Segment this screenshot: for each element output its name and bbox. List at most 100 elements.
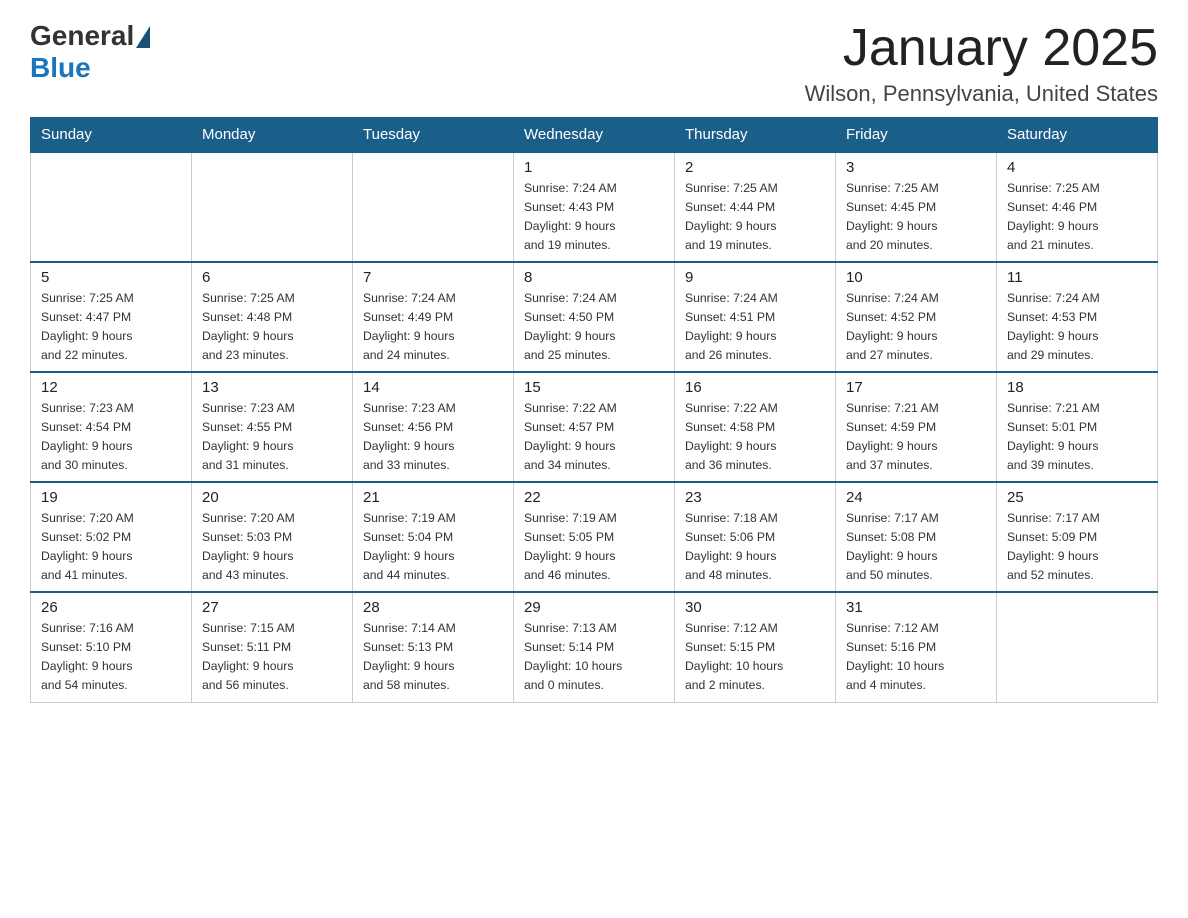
calendar-cell (192, 152, 353, 262)
day-info: Sunrise: 7:20 AMSunset: 5:03 PMDaylight:… (202, 509, 342, 585)
day-number: 21 (363, 489, 503, 506)
day-info: Sunrise: 7:25 AMSunset: 4:45 PMDaylight:… (846, 179, 986, 255)
week-row-5: 26Sunrise: 7:16 AMSunset: 5:10 PMDayligh… (31, 592, 1158, 702)
logo-general-text: General (30, 20, 134, 52)
day-number: 8 (524, 269, 664, 286)
calendar-cell: 20Sunrise: 7:20 AMSunset: 5:03 PMDayligh… (192, 482, 353, 592)
day-info: Sunrise: 7:22 AMSunset: 4:57 PMDaylight:… (524, 399, 664, 475)
logo-triangle-icon (136, 26, 150, 48)
day-number: 26 (41, 599, 181, 616)
calendar-cell: 5Sunrise: 7:25 AMSunset: 4:47 PMDaylight… (31, 262, 192, 372)
day-number: 16 (685, 379, 825, 396)
title-section: January 2025 Wilson, Pennsylvania, Unite… (805, 20, 1158, 107)
day-info: Sunrise: 7:17 AMSunset: 5:08 PMDaylight:… (846, 509, 986, 585)
week-row-3: 12 Sunrise: 7:23 AMSunset: 4:54 PMDayligh… (31, 372, 1158, 482)
day-info: Sunrise: 7:19 AMSunset: 5:04 PMDaylight:… (363, 509, 503, 585)
day-info: Sunrise: 7:24 AMSunset: 4:49 PMDaylight:… (363, 289, 503, 365)
calendar-cell: 16 Sunrise: 7:22 AMSunset: 4:58 PMDayligh… (675, 372, 836, 482)
day-info: Sunrise: 7:22 AMSunset: 4:58 PMDaylight:… (685, 399, 825, 475)
day-info: Sunrise: 7:14 AMSunset: 5:13 PMDaylight:… (363, 619, 503, 695)
day-info: Sunrise: 7:21 AMSunset: 5:01 PMDaylight:… (1007, 399, 1147, 475)
calendar-cell: 17Sunrise: 7:21 AMSunset: 4:59 PMDayligh… (836, 372, 997, 482)
day-number: 22 (524, 489, 664, 506)
month-title: January 2025 (805, 20, 1158, 77)
day-info: Sunrise: 7:25 AMSunset: 4:46 PMDaylight:… (1007, 179, 1147, 255)
day-number: 31 (846, 599, 986, 616)
calendar-cell: 4 Sunrise: 7:25 AMSunset: 4:46 PMDaylight… (997, 152, 1158, 262)
calendar-header-monday: Monday (192, 118, 353, 153)
day-info: Sunrise: 7:17 AMSunset: 5:09 PMDaylight:… (1007, 509, 1147, 585)
calendar-cell (997, 592, 1158, 702)
day-number: 12 (41, 379, 181, 396)
calendar-header-friday: Friday (836, 118, 997, 153)
calendar-cell: 23 Sunrise: 7:18 AMSunset: 5:06 PMDayligh… (675, 482, 836, 592)
week-row-4: 19Sunrise: 7:20 AMSunset: 5:02 PMDayligh… (31, 482, 1158, 592)
day-number: 10 (846, 269, 986, 286)
calendar-cell: 24Sunrise: 7:17 AMSunset: 5:08 PMDayligh… (836, 482, 997, 592)
day-number: 25 (1007, 489, 1147, 506)
calendar-cell: 21 Sunrise: 7:19 AMSunset: 5:04 PMDayligh… (353, 482, 514, 592)
day-info: Sunrise: 7:18 AMSunset: 5:06 PMDaylight:… (685, 509, 825, 585)
calendar-cell: 6Sunrise: 7:25 AMSunset: 4:48 PMDaylight… (192, 262, 353, 372)
calendar-header-saturday: Saturday (997, 118, 1158, 153)
day-info: Sunrise: 7:20 AMSunset: 5:02 PMDaylight:… (41, 509, 181, 585)
day-info: Sunrise: 7:23 AMSunset: 4:54 PMDaylight:… (41, 399, 181, 475)
day-info: Sunrise: 7:23 AMSunset: 4:56 PMDaylight:… (363, 399, 503, 475)
day-info: Sunrise: 7:25 AMSunset: 4:44 PMDaylight:… (685, 179, 825, 255)
calendar-cell: 7Sunrise: 7:24 AMSunset: 4:49 PMDaylight… (353, 262, 514, 372)
logo: General Blue (30, 20, 150, 84)
calendar-header-row: SundayMondayTuesdayWednesdayThursdayFrid… (31, 118, 1158, 153)
week-row-2: 5Sunrise: 7:25 AMSunset: 4:47 PMDaylight… (31, 262, 1158, 372)
day-info: Sunrise: 7:23 AMSunset: 4:55 PMDaylight:… (202, 399, 342, 475)
day-number: 13 (202, 379, 342, 396)
day-info: Sunrise: 7:25 AMSunset: 4:48 PMDaylight:… (202, 289, 342, 365)
calendar-cell: 19Sunrise: 7:20 AMSunset: 5:02 PMDayligh… (31, 482, 192, 592)
calendar-cell: 28 Sunrise: 7:14 AMSunset: 5:13 PMDayligh… (353, 592, 514, 702)
day-info: Sunrise: 7:13 AMSunset: 5:14 PMDaylight:… (524, 619, 664, 695)
calendar-cell: 10 Sunrise: 7:24 AMSunset: 4:52 PMDayligh… (836, 262, 997, 372)
day-number: 28 (363, 599, 503, 616)
day-number: 11 (1007, 269, 1147, 286)
day-number: 18 (1007, 379, 1147, 396)
calendar-cell: 30Sunrise: 7:12 AMSunset: 5:15 PMDayligh… (675, 592, 836, 702)
day-number: 29 (524, 599, 664, 616)
day-number: 3 (846, 159, 986, 176)
calendar-cell: 15 Sunrise: 7:22 AMSunset: 4:57 PMDayligh… (514, 372, 675, 482)
week-row-1: 1 Sunrise: 7:24 AMSunset: 4:43 PMDaylight… (31, 152, 1158, 262)
calendar-header-wednesday: Wednesday (514, 118, 675, 153)
day-info: Sunrise: 7:12 AMSunset: 5:15 PMDaylight:… (685, 619, 825, 695)
day-number: 17 (846, 379, 986, 396)
day-number: 4 (1007, 159, 1147, 176)
day-number: 1 (524, 159, 664, 176)
calendar-cell: 1 Sunrise: 7:24 AMSunset: 4:43 PMDaylight… (514, 152, 675, 262)
calendar-cell: 9 Sunrise: 7:24 AMSunset: 4:51 PMDaylight… (675, 262, 836, 372)
day-info: Sunrise: 7:15 AMSunset: 5:11 PMDaylight:… (202, 619, 342, 695)
calendar-cell: 18 Sunrise: 7:21 AMSunset: 5:01 PMDayligh… (997, 372, 1158, 482)
location-title: Wilson, Pennsylvania, United States (805, 81, 1158, 107)
day-info: Sunrise: 7:24 AMSunset: 4:50 PMDaylight:… (524, 289, 664, 365)
calendar-cell: 11 Sunrise: 7:24 AMSunset: 4:53 PMDayligh… (997, 262, 1158, 372)
day-number: 14 (363, 379, 503, 396)
day-number: 5 (41, 269, 181, 286)
day-info: Sunrise: 7:19 AMSunset: 5:05 PMDaylight:… (524, 509, 664, 585)
calendar-cell: 13 Sunrise: 7:23 AMSunset: 4:55 PMDayligh… (192, 372, 353, 482)
calendar-cell: 2 Sunrise: 7:25 AMSunset: 4:44 PMDaylight… (675, 152, 836, 262)
day-number: 2 (685, 159, 825, 176)
calendar-cell: 26Sunrise: 7:16 AMSunset: 5:10 PMDayligh… (31, 592, 192, 702)
page-header: General Blue January 2025 Wilson, Pennsy… (30, 20, 1158, 107)
day-info: Sunrise: 7:24 AMSunset: 4:43 PMDaylight:… (524, 179, 664, 255)
day-number: 9 (685, 269, 825, 286)
calendar-cell: 29 Sunrise: 7:13 AMSunset: 5:14 PMDayligh… (514, 592, 675, 702)
day-number: 15 (524, 379, 664, 396)
day-info: Sunrise: 7:24 AMSunset: 4:51 PMDaylight:… (685, 289, 825, 365)
day-info: Sunrise: 7:12 AMSunset: 5:16 PMDaylight:… (846, 619, 986, 695)
day-number: 23 (685, 489, 825, 506)
calendar-cell: 14 Sunrise: 7:23 AMSunset: 4:56 PMDayligh… (353, 372, 514, 482)
calendar-cell: 22 Sunrise: 7:19 AMSunset: 5:05 PMDayligh… (514, 482, 675, 592)
calendar-cell (353, 152, 514, 262)
calendar-cell: 31 Sunrise: 7:12 AMSunset: 5:16 PMDayligh… (836, 592, 997, 702)
calendar-header-thursday: Thursday (675, 118, 836, 153)
day-info: Sunrise: 7:24 AMSunset: 4:52 PMDaylight:… (846, 289, 986, 365)
day-info: Sunrise: 7:24 AMSunset: 4:53 PMDaylight:… (1007, 289, 1147, 365)
calendar-cell: 3 Sunrise: 7:25 AMSunset: 4:45 PMDaylight… (836, 152, 997, 262)
